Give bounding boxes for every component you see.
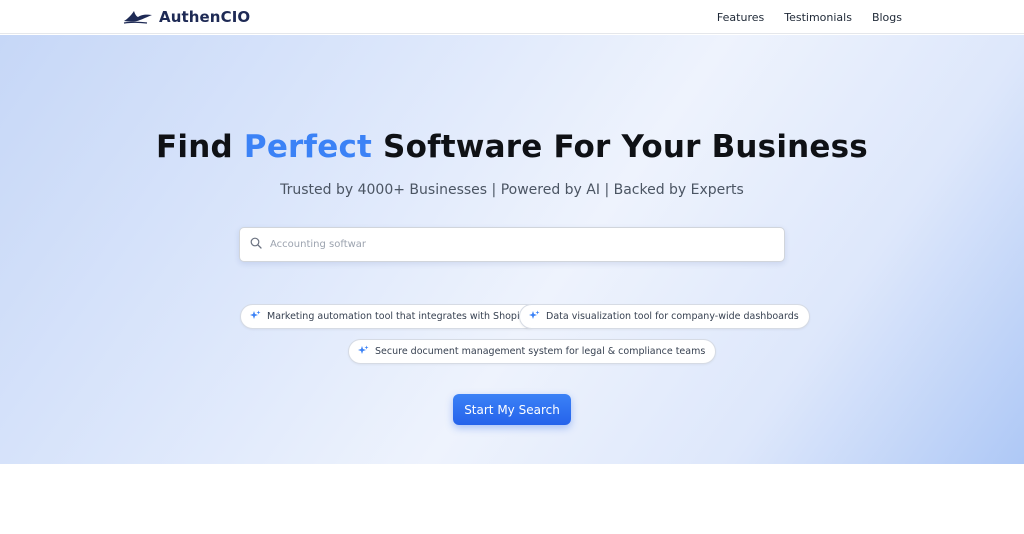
nav-link-blogs[interactable]: Blogs [872, 11, 902, 24]
sparkle-icon [358, 343, 369, 361]
hero-title: Find Perfect Software For Your Business [0, 129, 1024, 165]
suggestion-label: Marketing automation tool that integrate… [267, 311, 529, 322]
hero-subtitle: Trusted by 4000+ Businesses | Powered by… [280, 182, 744, 198]
search-icon [250, 236, 262, 254]
hero-title-accent: Perfect [243, 129, 373, 165]
sparkle-icon [250, 308, 261, 326]
nav-links: Features Testimonials Blogs [717, 0, 902, 34]
brand-logo[interactable]: AuthenCIO [123, 6, 250, 28]
hero-title-post: Software For Your Business [383, 129, 868, 165]
search-input[interactable] [270, 228, 784, 261]
start-search-button[interactable]: Start My Search [453, 394, 571, 425]
suggestion-chip-document-management[interactable]: Secure document management system for le… [348, 339, 717, 364]
top-navbar: AuthenCIO Features Testimonials Blogs [0, 0, 1024, 34]
suggestion-label: Data visualization tool for company-wide… [546, 311, 799, 322]
hero-title-pre: Find [156, 129, 233, 165]
brand-name: AuthenCIO [159, 8, 251, 26]
suggestion-chip-shopify[interactable]: Marketing automation tool that integrate… [240, 304, 540, 329]
search-box [239, 227, 785, 262]
bird-logo-icon [123, 10, 153, 24]
sparkle-icon [529, 308, 540, 326]
hero-section: Find Perfect Software For Your Business … [0, 35, 1024, 464]
nav-link-testimonials[interactable]: Testimonials [784, 11, 852, 24]
suggestion-chip-data-visualization[interactable]: Data visualization tool for company-wide… [519, 304, 810, 329]
suggestion-label: Secure document management system for le… [375, 346, 706, 357]
nav-link-features[interactable]: Features [717, 11, 764, 24]
